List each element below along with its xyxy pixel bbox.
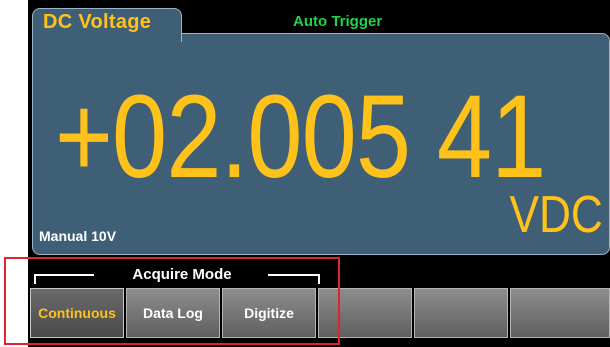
reading-units: VDC (509, 186, 603, 244)
softkey-bar: Continuous Data Log Digitize (30, 288, 610, 338)
softkey-4[interactable] (318, 288, 412, 338)
softkey-5[interactable] (414, 288, 508, 338)
softkey-group-label: Acquire Mode (34, 265, 320, 285)
group-bracket-right (268, 274, 320, 276)
measurement-function-tab[interactable]: DC Voltage (32, 8, 182, 42)
softkey-6[interactable] (510, 288, 610, 338)
softkey-digitize[interactable]: Digitize (222, 288, 316, 338)
softkey-continuous[interactable]: Continuous (30, 288, 124, 338)
group-bracket-tick-left (34, 274, 36, 284)
primary-reading: +02.005 41 (55, 71, 546, 203)
instrument-screen: DC Voltage Auto Trigger +02.005 41 VDC M… (28, 0, 610, 347)
trigger-mode-indicator: Auto Trigger (293, 13, 383, 30)
group-bracket-left (34, 274, 94, 276)
range-indicator: Manual 10V (39, 228, 117, 244)
group-bracket-tick-right (318, 274, 320, 284)
measurement-panel: +02.005 41 VDC Manual 10V (32, 33, 610, 255)
measurement-function-label: DC Voltage (43, 11, 152, 33)
acquire-mode-label: Acquire Mode (132, 266, 232, 283)
softkey-data-log[interactable]: Data Log (126, 288, 220, 338)
